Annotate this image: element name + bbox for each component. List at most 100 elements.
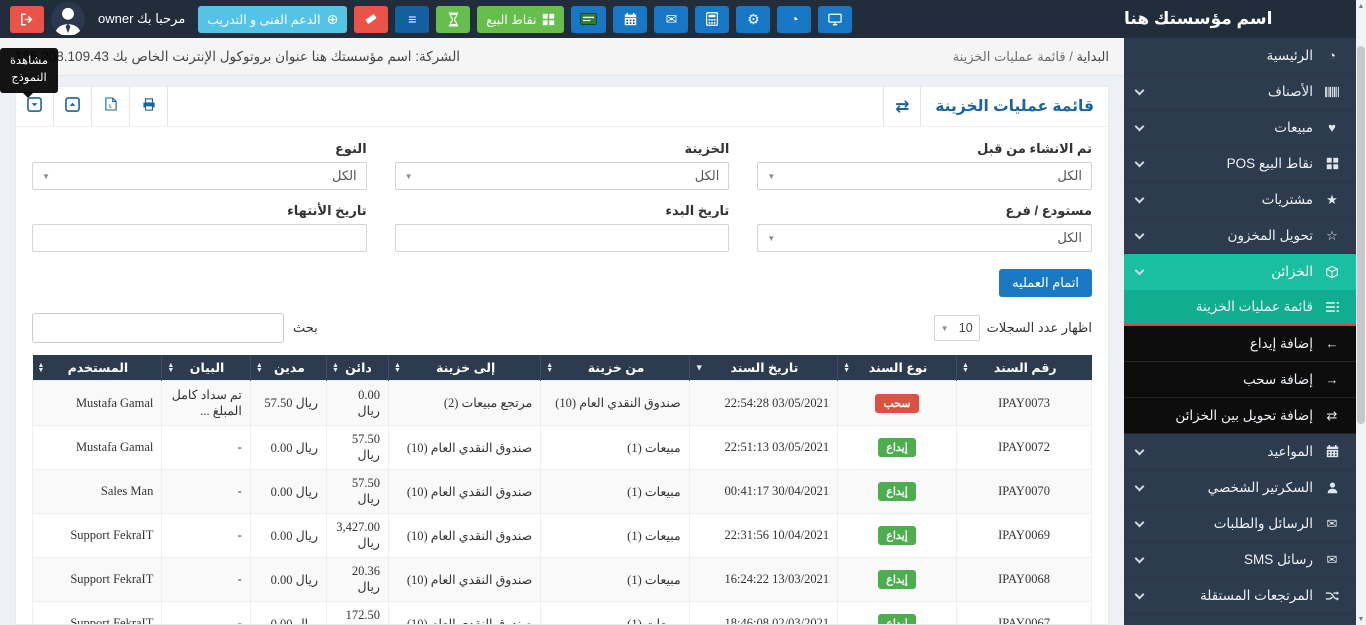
sidebar-item-1[interactable]: ◔الرئيسية	[1124, 38, 1356, 74]
exchange-toggle-button[interactable]: ⇄	[883, 87, 921, 126]
scrollbar-thumb[interactable]	[1357, 46, 1365, 424]
sidebar-item-label: الرئيسية	[1267, 48, 1314, 64]
print-button[interactable]	[130, 87, 168, 126]
sidebar-item-label: مشتريات	[1262, 192, 1313, 208]
settings-button[interactable]: ⚙	[736, 6, 770, 33]
calendar-button[interactable]	[613, 6, 647, 33]
logout-icon	[20, 13, 34, 26]
exchange-icon: ⇄	[895, 97, 909, 117]
list-button[interactable]: ≡	[395, 6, 429, 33]
sidebar-item-label: المرتجعات المستقلة	[1200, 588, 1313, 604]
scrollbar-down-arrow[interactable]: ▼	[1356, 613, 1366, 625]
warehouse-select[interactable]: الكل▼	[757, 224, 1092, 252]
search-input[interactable]	[32, 313, 284, 343]
operation-type-badge: إيداع	[878, 438, 916, 457]
sidebar-item-12[interactable]: المواعيد	[1124, 434, 1356, 470]
end-date-input[interactable]	[32, 224, 367, 252]
sidebar-item-6[interactable]: ☆تحويل المخزون	[1124, 218, 1356, 254]
treasury-select-group: الخزينةالكل▼	[395, 141, 730, 190]
hourglass-button[interactable]	[436, 6, 470, 33]
chevron-down-icon: ▼	[42, 172, 50, 181]
cell-from_treasury: مبيعات (1)	[541, 558, 689, 602]
logout-button[interactable]	[10, 6, 44, 33]
column-header-sort[interactable]: إلى خزينة▲▼	[388, 355, 540, 381]
screen-icon	[828, 13, 842, 26]
column-header-sort[interactable]: المستخدم▲▼	[33, 355, 162, 381]
language-flag-button[interactable]	[571, 6, 606, 33]
type-select[interactable]: الكل▼	[32, 162, 367, 190]
cell-date: 16:24:22 13/03/2021	[689, 558, 837, 602]
cell-from_treasury: مبيعات (1)	[541, 602, 689, 625]
sidebar-item-14[interactable]: ✉الرسائل والطلبات	[1124, 506, 1356, 542]
export-excel-button[interactable]: x	[92, 87, 130, 126]
menu-list-icon	[1322, 301, 1342, 313]
sidebar-item-4[interactable]: نقاط البيع POS	[1124, 146, 1356, 182]
cell-credit: 20.36 ريال	[326, 558, 388, 602]
dashboard-button[interactable]: ◔	[777, 6, 811, 33]
cell-debit: 0.00 ريال	[250, 602, 326, 625]
sidebar-item-2[interactable]: الأصناف	[1124, 74, 1356, 110]
breadcrumb-home-link[interactable]: البداية	[1076, 49, 1109, 64]
created-by-select-group: تم الانشاء من قبل الكل▼	[757, 141, 1092, 190]
column-header-sort[interactable]: رقم السند▲▼	[957, 355, 1092, 381]
avatar[interactable]	[51, 2, 85, 36]
sidebar-item-label: الرسائل والطلبات	[1214, 516, 1313, 532]
column-header-sort[interactable]: تاريخ السند▼	[689, 355, 837, 381]
cell-note: -	[162, 558, 250, 602]
sidebar-item-label: إضافة تحويل بين الخزائن	[1175, 408, 1313, 424]
messages-button[interactable]: ✉	[654, 6, 688, 33]
chevron-down-icon	[1135, 517, 1145, 527]
page-scrollbar[interactable]: ▲ ▼	[1356, 0, 1366, 625]
caret-square-up-icon	[65, 97, 80, 117]
column-header-sort[interactable]: البيان▲▼	[162, 355, 250, 381]
print-icon	[142, 98, 156, 116]
sidebar-item-5[interactable]: ★مشتريات	[1124, 182, 1356, 218]
created-by-select[interactable]: الكل▼	[757, 162, 1092, 190]
treasury-select[interactable]: الكل▼	[395, 162, 730, 190]
sidebar-item-3[interactable]: ♥مبيعات	[1124, 110, 1356, 146]
sidebar-item-11[interactable]: ⇄إضافة تحويل بين الخزائن	[1124, 398, 1356, 434]
sidebar-item-7[interactable]: الخزائن	[1124, 254, 1356, 290]
svg-text:x: x	[108, 103, 112, 110]
cell-date: 22:51:13 03/05/2021	[689, 426, 837, 470]
column-header-sort[interactable]: نوع السند▲▼	[838, 355, 957, 381]
sidebar-item-10[interactable]: →إضافة سحب	[1124, 362, 1356, 398]
records-count-select[interactable]: 10 ▼	[934, 315, 980, 341]
pos-button[interactable]: نقاط البيع	[477, 6, 564, 33]
expand-button[interactable]	[54, 87, 92, 126]
hourglass-icon	[448, 12, 459, 27]
cell-type: إيداع	[838, 470, 957, 514]
sidebar-item-label: المواعيد	[1267, 444, 1313, 460]
start-date-input[interactable]	[395, 224, 730, 252]
scrollbar-up-arrow[interactable]: ▲	[1356, 0, 1366, 12]
complete-operation-button[interactable]: اتمام العمليه	[999, 269, 1092, 297]
submit-section: اتمام العمليه	[16, 265, 1108, 297]
search-label: بحث	[293, 320, 318, 336]
sidebar-item-13[interactable]: السكرتير الشخصي	[1124, 470, 1356, 506]
gauge-icon: ◔	[790, 12, 798, 26]
operation-type-badge: إيداع	[878, 482, 916, 501]
select-value: الكل	[695, 168, 720, 184]
globe-icon: ⊕	[327, 12, 339, 26]
sidebar-item-16[interactable]: المرتجعات المستقلة	[1124, 578, 1356, 614]
eraser-icon	[364, 13, 378, 25]
column-header-sort[interactable]: مدين▲▼	[250, 355, 326, 381]
table-row: IPAY0068إيداع16:24:22 13/03/2021مبيعات (…	[33, 558, 1092, 602]
filter-label: تم الانشاء من قبل	[757, 141, 1092, 157]
cell-debit: 0.00 ريال	[250, 470, 326, 514]
eraser-button[interactable]	[354, 6, 388, 33]
gears-icon: ⚙	[747, 12, 760, 26]
sidebar-item-8[interactable]: قائمة عمليات الخزينة	[1124, 290, 1356, 326]
support-button[interactable]: ⊕الدعم الفنى و التدريب	[198, 6, 347, 33]
sidebar-item-label: السكرتير الشخصي	[1208, 480, 1313, 496]
calculator-button[interactable]	[695, 6, 729, 33]
screen-button[interactable]	[818, 6, 852, 33]
column-header-sort[interactable]: دائن▲▼	[326, 355, 388, 381]
column-header-sort[interactable]: من خزينة▲▼	[541, 355, 689, 381]
cell-credit: 57.50 ريال	[326, 470, 388, 514]
sidebar-item-15[interactable]: ✉رسائل SMS	[1124, 542, 1356, 578]
sidebar-item-9[interactable]: ←إضافة إيداع	[1124, 326, 1356, 362]
sidebar-item-label: إضافة سحب	[1243, 372, 1313, 388]
operation-type-badge: إيداع	[878, 614, 916, 624]
excel-icon: x	[105, 97, 117, 116]
